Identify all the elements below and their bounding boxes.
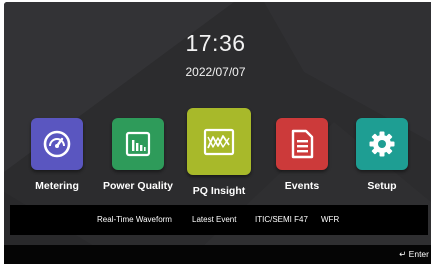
gauge-icon (43, 130, 71, 158)
enter-arrow-icon: ↵ (399, 249, 407, 259)
waveform-icon (203, 128, 235, 155)
pq-insight-label[interactable]: PQ Insight (179, 185, 259, 197)
menu-item-wfr[interactable]: WFR (321, 215, 339, 224)
document-icon (291, 129, 314, 159)
events-tile[interactable] (276, 118, 328, 170)
metering-label[interactable]: Metering (17, 180, 97, 192)
events-label[interactable]: Events (262, 180, 342, 192)
menu-item-itic-semi-f47[interactable]: ITIC/SEMI F47 (255, 215, 308, 224)
power-quality-tile[interactable] (112, 118, 164, 170)
bar-chart-icon (125, 131, 151, 157)
enter-key[interactable]: ↵ Enter (399, 249, 429, 260)
pq-insight-tile[interactable] (187, 108, 251, 175)
menu-item-real-time-waveform[interactable]: Real-Time Waveform (97, 215, 172, 224)
enter-key-label: Enter (408, 249, 429, 259)
setup-tile[interactable] (356, 118, 408, 170)
power-quality-label[interactable]: Power Quality (95, 180, 181, 192)
bottom-status-bar: ↵ Enter (4, 245, 431, 264)
setup-label[interactable]: Setup (342, 180, 422, 192)
metering-tile[interactable] (31, 118, 83, 170)
quick-menu-bar: Real-Time Waveform Latest Event ITIC/SEM… (10, 205, 428, 235)
clock-time: 17:36 (185, 30, 246, 56)
clock-date: 2022/07/07 (185, 65, 246, 79)
menu-item-latest-event[interactable]: Latest Event (192, 215, 236, 224)
gear-icon (369, 131, 395, 157)
